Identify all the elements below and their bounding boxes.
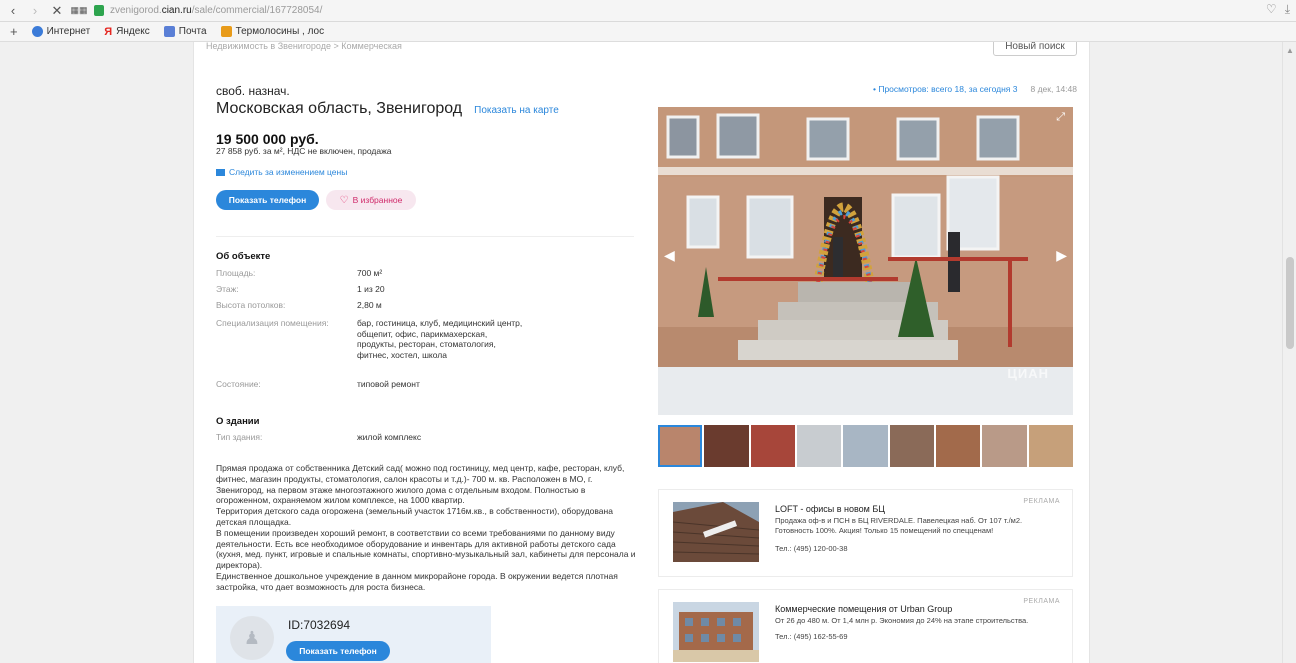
bookmark-label: Почта <box>178 26 207 37</box>
ad-tag: РЕКЛАМА <box>1023 598 1060 605</box>
ad-text: Продажа оф-в и ПСН в БЦ RIVERDALE. Павел… <box>775 516 1023 535</box>
bookmark-label: Яндекс <box>116 26 150 37</box>
listing-description: Прямая продажа от собственника Детский с… <box>216 463 636 592</box>
thumbnail[interactable] <box>796 425 842 467</box>
heart-icon: ♡ <box>339 194 349 206</box>
ad-text: От 26 до 480 м. От 1,4 млн р. Экономия д… <box>775 616 1029 625</box>
spec-value: жилой комплекс <box>357 432 422 442</box>
next-photo-icon[interactable]: ▶ <box>1056 247 1067 264</box>
spec-key: Специализация помещения: <box>216 318 329 328</box>
ad-image <box>673 602 759 662</box>
yandex-icon: Я <box>104 25 113 38</box>
lock-icon <box>94 5 104 16</box>
ad-image <box>673 502 759 562</box>
address-text: Московская область, Звенигород <box>216 100 463 117</box>
agent-card: ♟ ID:7032694 Показать телефон <box>216 606 491 663</box>
listing-page: Недвижимость в Звенигороде > Коммерческа… <box>193 42 1090 663</box>
prev-photo-icon[interactable]: ◀ <box>664 247 675 264</box>
spec-value: типовой ремонт <box>357 379 420 389</box>
shield-icon[interactable]: ♡ <box>1266 2 1277 17</box>
spec-value: 2,80 м <box>357 300 382 310</box>
about-object-title: Об объекте <box>216 251 271 262</box>
new-search-button[interactable]: Новый поиск <box>993 42 1077 56</box>
breadcrumb[interactable]: Недвижимость в Звенигороде > Коммерческа… <box>206 42 402 52</box>
favorite-label: В избранное <box>352 195 403 205</box>
follow-price-link[interactable]: Следить за изменением цены <box>216 167 347 177</box>
spec-key: Площадь: <box>216 268 256 278</box>
url-host: cian.ru <box>161 5 192 16</box>
scroll-up-icon[interactable]: ▲ <box>1286 46 1294 55</box>
close-icon[interactable]: ✕ <box>48 2 66 20</box>
spec-key: Тип здания: <box>216 432 263 442</box>
agent-id: ID:7032694 <box>288 618 351 632</box>
ad-phone: Тел.: (495) 120-00-38 <box>775 544 848 553</box>
spec-key: Высота потолков: <box>216 300 286 310</box>
add-bookmark-icon[interactable]: + <box>10 24 18 39</box>
mail-icon <box>163 26 175 37</box>
ad-tag: РЕКЛАМА <box>1023 498 1060 505</box>
price: 19 500 000 руб. <box>216 131 319 147</box>
download-icon[interactable]: ⤓ <box>1285 2 1290 17</box>
scrollbar-thumb[interactable] <box>1286 257 1294 349</box>
follow-price-label: Следить за изменением цены <box>229 167 348 177</box>
listing-address: Московская область, Звенигород Показать … <box>216 100 559 118</box>
bookmark-thermo[interactable]: Термолосины , лос <box>220 26 325 37</box>
expand-icon[interactable]: ⤢ <box>1056 111 1065 124</box>
thumbnail[interactable] <box>750 425 795 467</box>
back-icon[interactable]: ‹ <box>4 2 22 20</box>
bookmarks-bar: + Интернет Я Яндекс Почта Термолосины , л… <box>0 22 1296 42</box>
ad-phone: Тел.: (495) 162-55-69 <box>775 632 848 641</box>
forward-icon[interactable]: › <box>26 2 44 20</box>
url-prefix: zvenigorod. <box>110 5 162 16</box>
thumbnail-strip <box>658 425 1073 467</box>
favorite-button[interactable]: ♡ В избранное <box>326 190 416 210</box>
thumbnail[interactable] <box>889 425 934 467</box>
address-bar: ‹ › ✕ ▦▦ zvenigorod.cian.ru/sale/commerc… <box>0 0 1296 22</box>
bookmark-yandex[interactable]: Я Яндекс <box>104 26 150 38</box>
spec-value: бар, гостиница, клуб, медицинский центр,… <box>357 318 523 360</box>
thumbnail[interactable] <box>1028 425 1073 467</box>
watermark: ЦИАН <box>1007 366 1049 381</box>
about-building-title: О здании <box>216 416 260 427</box>
published-date: 8 дек, 14:48 <box>1030 84 1078 94</box>
thumbnail[interactable] <box>704 425 749 467</box>
ad-title[interactable]: Коммерческие помещения от Urban Group <box>775 604 952 614</box>
spec-value: 1 из 20 <box>357 284 385 294</box>
thumbnail[interactable] <box>982 425 1027 467</box>
url-path: /sale/commercial/167728054/ <box>191 5 323 16</box>
envelope-icon <box>216 168 225 176</box>
store-icon <box>220 26 232 37</box>
ad-title[interactable]: LOFT - офисы в новом БЦ <box>775 504 885 514</box>
spec-key: Состояние: <box>216 379 261 389</box>
spec-key: Этаж: <box>216 284 239 294</box>
thumbnail[interactable] <box>935 425 981 467</box>
photo-gallery[interactable]: ◀ ▶ ⤢ ЦИАН <box>658 107 1073 415</box>
views-counter[interactable]: • Просмотров: всего 18, за сегодня 3 <box>873 84 1017 94</box>
show-phone-button[interactable]: Показать телефон <box>216 190 319 210</box>
globe-icon <box>31 26 43 37</box>
url-field[interactable]: zvenigorod.cian.ru/sale/commercial/16772… <box>94 2 322 20</box>
listing-type: своб. назнач. <box>216 84 290 98</box>
thumbnail[interactable] <box>843 425 888 467</box>
scrollbar[interactable]: ▲ <box>1282 42 1296 663</box>
bookmark-internet[interactable]: Интернет <box>31 26 91 37</box>
divider <box>216 236 634 237</box>
bookmark-label: Интернет <box>46 26 91 37</box>
bookmark-label: Термолосины , лос <box>235 26 325 37</box>
avatar: ♟ <box>230 616 274 660</box>
bookmark-mail[interactable]: Почта <box>163 26 207 37</box>
agent-show-phone-button[interactable]: Показать телефон <box>286 641 390 661</box>
spec-value: 700 м² <box>357 268 383 278</box>
show-on-map-link[interactable]: Показать на карте <box>474 105 559 116</box>
ad-block[interactable]: РЕКЛАМА Коммерческие помещения от Urban … <box>658 589 1073 663</box>
price-per-meter: 27 858 руб. за м², НДС не включен, прода… <box>216 146 392 156</box>
tabs-grid-icon[interactable]: ▦▦ <box>70 2 88 20</box>
ad-block[interactable]: РЕКЛАМА LOFT - офисы в новом БЦ Продажа … <box>658 489 1073 577</box>
thumbnail[interactable] <box>658 425 703 467</box>
